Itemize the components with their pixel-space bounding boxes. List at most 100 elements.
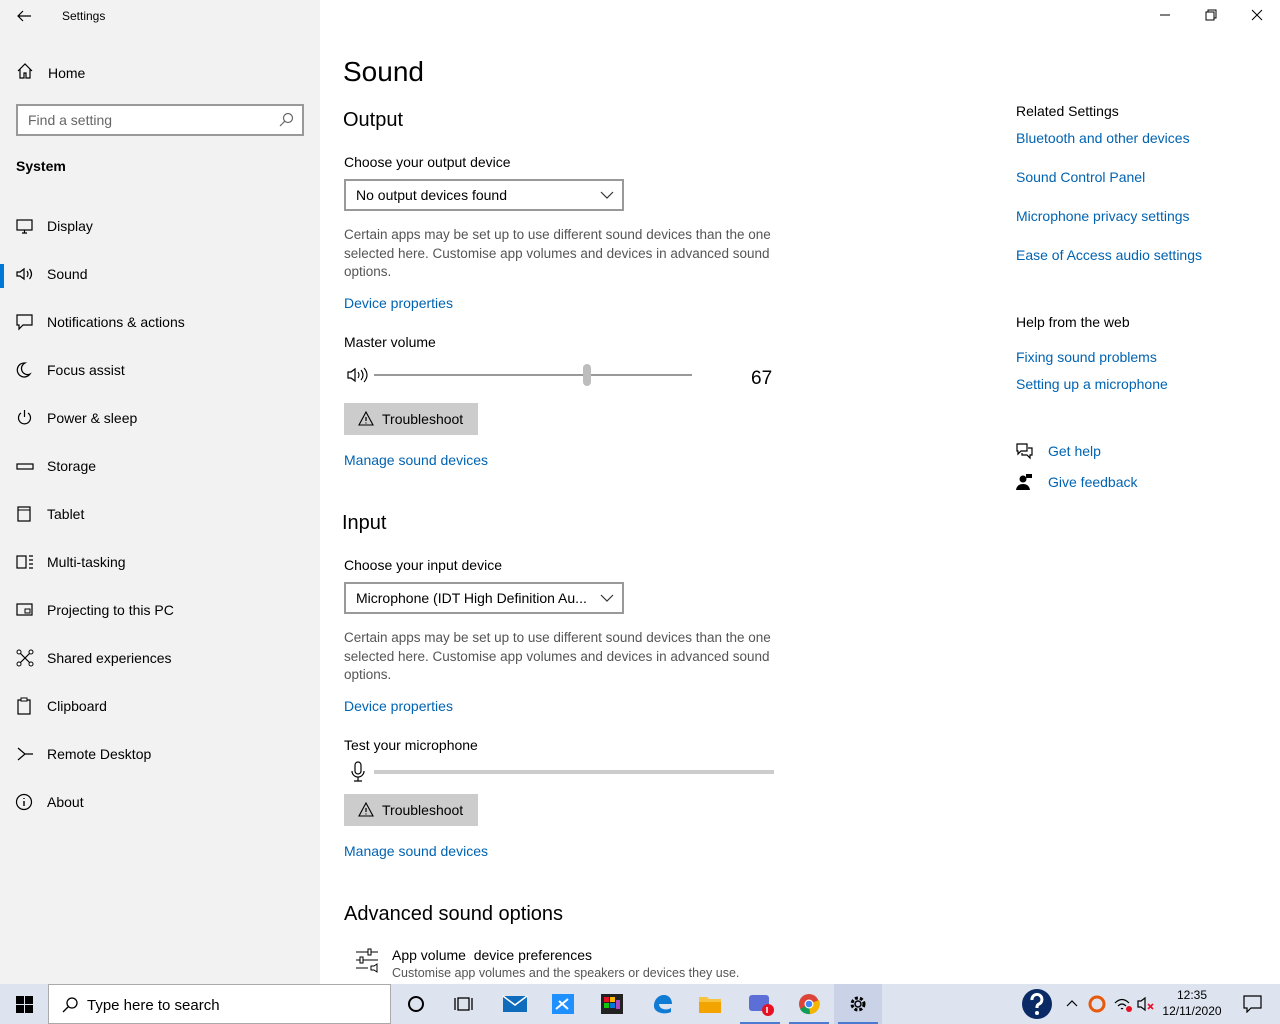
show-hidden-icons-button[interactable] [1060,984,1084,1024]
share-icon [16,649,34,667]
file-explorer-button[interactable] [686,984,734,1024]
sidebar-item-label: Display [47,218,93,234]
mail-app-button[interactable] [490,984,538,1024]
ease-of-access-audio-link[interactable]: Ease of Access audio settings [1016,247,1202,263]
sidebar: Settings Home System Display Sound Notif… [0,0,320,984]
taskbar-search-box[interactable] [48,984,391,1024]
sidebar-item-about[interactable]: About [0,781,320,829]
remote-desktop-icon [17,747,33,761]
sidebar-home[interactable]: Home [0,58,320,88]
get-help-link[interactable]: Get help [1048,443,1101,459]
output-device-select[interactable]: No output devices found [344,179,624,211]
taskbar-clock[interactable]: 12:35 12/11/2020 [1160,987,1224,1019]
sidebar-item-focus-assist[interactable]: Focus assist [0,349,320,397]
taskbar-search-input[interactable] [87,993,377,1017]
sidebar-item-shared-experiences[interactable]: Shared experiences [0,637,320,685]
projector-icon [16,603,33,616]
sidebar-item-clipboard[interactable]: Clipboard [0,685,320,733]
paint-app-icon [601,994,623,1014]
windows-logo-icon [16,996,33,1013]
microphone-level-bar [374,770,774,774]
sidebar-nav: Display Sound Notifications & actions Fo… [0,205,320,829]
sidebar-item-multitasking[interactable]: Multi-tasking [0,541,320,589]
sidebar-item-label: Storage [47,458,97,474]
clock-time: 12:35 [1176,988,1208,1002]
cortana-button[interactable] [392,984,440,1024]
fixing-sound-link[interactable]: Fixing sound problems [1016,349,1157,365]
sidebar-item-label: Remote Desktop [47,746,152,762]
clipboard-icon [17,697,31,715]
master-volume-label: Master volume [344,334,436,350]
help-tray-button[interactable] [1014,984,1062,1024]
input-device-properties-link[interactable]: Device properties [344,698,453,714]
office-icon [1088,995,1106,1013]
start-button[interactable] [0,984,48,1024]
network-tray-button[interactable] [1110,984,1134,1024]
network-no-internet-icon [1114,998,1132,1012]
setting-up-mic-link[interactable]: Setting up a microphone [1016,376,1168,392]
home-icon [17,63,33,79]
bluetooth-link[interactable]: Bluetooth and other devices [1016,130,1190,146]
find-setting-input[interactable] [18,106,268,134]
monitor-icon [16,219,33,234]
chat-app-button[interactable] [736,984,784,1024]
master-volume-thumb[interactable] [583,364,592,386]
back-button[interactable] [10,4,38,28]
get-help-icon [1016,443,1033,460]
find-setting-box[interactable] [16,104,304,136]
sidebar-item-sound[interactable]: Sound [0,253,320,301]
sidebar-item-label: Sound [47,266,88,282]
input-device-value: Microphone (IDT High Definition Au... [356,590,587,606]
sidebar-item-label: Projecting to this PC [47,602,174,618]
multitask-icon [16,555,33,569]
troubleshoot-label: Troubleshoot [382,411,464,427]
master-volume-track[interactable] [374,374,692,376]
sidebar-item-display[interactable]: Display [0,205,320,253]
input-device-label: Choose your input device [344,557,502,573]
search-icon[interactable] [278,112,294,128]
feedback-icon [1016,474,1032,490]
sidebar-item-storage[interactable]: Storage [0,445,320,493]
arrow-left-icon [17,10,31,22]
snip-sketch-icon [552,994,574,1014]
chrome-button[interactable] [785,984,833,1024]
app-volume-title: App volume device preferences [392,947,592,963]
gear-icon [850,996,866,1012]
settings-app-button[interactable] [834,984,882,1024]
sidebar-item-projecting[interactable]: Projecting to this PC [0,589,320,637]
input-manage-devices-link[interactable]: Manage sound devices [344,843,488,859]
sidebar-item-label: Notifications & actions [47,314,185,330]
sound-control-panel-link[interactable]: Sound Control Panel [1016,169,1145,185]
output-description: Certain apps may be set up to use differ… [344,227,771,279]
office-tray-button[interactable] [1085,984,1109,1024]
tablet-icon [17,506,31,522]
sidebar-item-tablet[interactable]: Tablet [0,493,320,541]
microphone-privacy-link[interactable]: Microphone privacy settings [1016,208,1190,224]
related-settings-heading: Related Settings [1016,103,1119,119]
snipping-app-button[interactable] [539,984,587,1024]
app-volume-desc: Customise app volumes and the speakers o… [392,966,740,980]
chat-app-icon [749,995,774,1016]
sidebar-item-notifications[interactable]: Notifications & actions [0,301,320,349]
output-device-value: No output devices found [356,187,507,203]
photos-app-button[interactable] [588,984,636,1024]
action-center-button[interactable] [1228,984,1276,1024]
input-troubleshoot-button[interactable]: Troubleshoot [344,794,478,826]
info-icon [15,793,33,811]
edge-browser-button[interactable] [638,984,686,1024]
active-indicator [0,264,4,288]
sidebar-item-remote-desktop[interactable]: Remote Desktop [0,733,320,781]
volume-tray-button[interactable] [1134,984,1158,1024]
output-manage-devices-link[interactable]: Manage sound devices [344,452,488,468]
sidebar-item-power-sleep[interactable]: Power & sleep [0,397,320,445]
main-content: Sound Output Choose your output device N… [320,0,1280,984]
output-device-properties-link[interactable]: Device properties [344,295,453,311]
chrome-icon [799,994,820,1015]
speaker-icon[interactable] [346,365,370,385]
output-troubleshoot-button[interactable]: Troubleshoot [344,403,478,435]
speaker-icon [16,267,33,281]
input-device-select[interactable]: Microphone (IDT High Definition Au... [344,582,624,614]
give-feedback-link[interactable]: Give feedback [1048,474,1138,490]
app-volume-item[interactable]: App volume device preferences Customise … [354,944,834,984]
task-view-button[interactable] [440,984,488,1024]
